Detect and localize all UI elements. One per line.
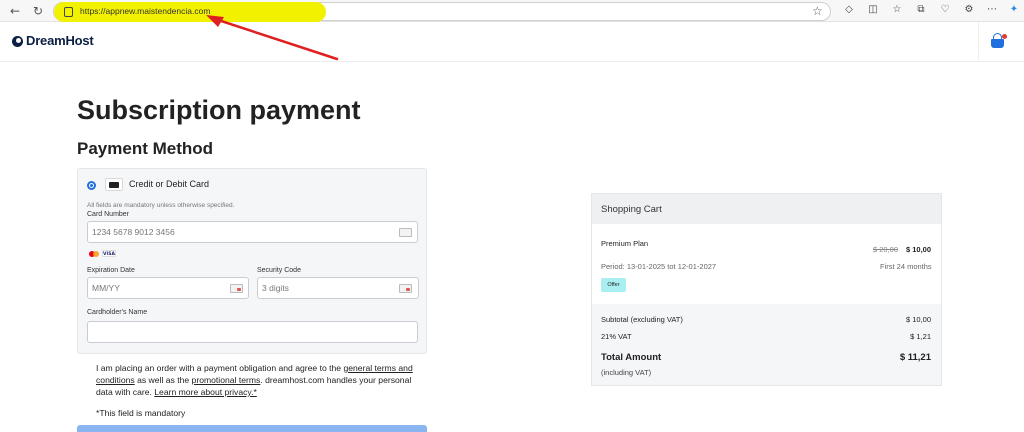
star-icon[interactable]: ☆ (812, 4, 823, 18)
favorites-icon[interactable]: ☆ (891, 4, 903, 16)
split-screen-icon[interactable]: ◫ (867, 4, 879, 16)
total-label: Total Amount (601, 352, 662, 363)
back-arrow-icon[interactable]: ← (8, 4, 22, 18)
vat-label: 21% VAT (601, 332, 632, 341)
lock-icon[interactable] (64, 7, 73, 17)
subtotal-label: Subtotal (excluding VAT) (601, 315, 683, 324)
dreamhost-logo-icon (12, 36, 23, 47)
extensions-puzzle-icon[interactable]: ⚙ (963, 4, 975, 16)
promotional-terms-link[interactable]: promotional terms (192, 375, 261, 385)
expiration-input[interactable]: MM/YY (87, 277, 249, 299)
cardholder-name-input[interactable] (87, 321, 418, 343)
calendar-card-icon (230, 284, 243, 293)
header-cart-button[interactable] (978, 22, 1016, 62)
mandatory-note: All fields are mandatory unless otherwis… (87, 202, 235, 209)
section-title: Payment Method (77, 139, 214, 158)
vat-value: $ 1,21 (910, 332, 931, 341)
card-field-icon (399, 228, 412, 237)
cvc-card-icon (399, 284, 412, 293)
security-code-input[interactable]: 3 digits (257, 277, 419, 299)
site-logo[interactable]: DreamHost (26, 33, 94, 48)
expiration-placeholder: MM/YY (92, 283, 120, 293)
reload-icon[interactable]: ↻ (31, 4, 45, 18)
method-label[interactable]: Credit or Debit Card (129, 179, 209, 189)
offer-badge: Offer (601, 278, 626, 292)
cardholder-label: Cardholder's Name (87, 309, 148, 316)
cart-header: Shopping Cart (592, 194, 941, 224)
site-header: DreamHost (0, 22, 1024, 62)
card-number-label: Card Number (87, 211, 130, 218)
total-value: $ 11,21 (899, 352, 931, 363)
cart-item-name: Premium Plan (601, 239, 649, 248)
security-code-placeholder: 3 digits (262, 283, 289, 293)
cart-item-price: $ 10,00 (906, 245, 932, 254)
card-method-radio[interactable] (87, 181, 96, 190)
security-code-label: Security Code (257, 267, 301, 274)
extension-icon[interactable]: ◇ (843, 4, 855, 16)
cart-item-term: First 24 months (880, 262, 932, 271)
card-number-placeholder: 1234 5678 9012 3456 (92, 227, 175, 237)
address-bar[interactable]: https://appnew.maistendencia.com ☆ (53, 2, 831, 22)
expiration-label: Expiration Date (87, 267, 135, 274)
browser-toolbar: ← ↻ https://appnew.maistendencia.com ☆ ◇… (0, 0, 1024, 22)
collections-icon[interactable]: ⧉ (915, 4, 927, 16)
credit-card-icon (105, 178, 123, 191)
basket-icon (991, 39, 1004, 48)
visa-icon: VISA (102, 250, 116, 257)
cart-title: Shopping Cart (601, 204, 662, 215)
shopping-cart-panel: Shopping Cart Premium Plan $ 20,00 $ 10,… (591, 193, 942, 386)
url-text[interactable]: https://appnew.maistendencia.com (80, 6, 210, 16)
privacy-link[interactable]: Learn more about privacy.* (154, 387, 257, 397)
terms-text: I am placing an order with a payment obl… (96, 362, 426, 398)
more-menu-icon[interactable]: ⋯ (986, 4, 998, 16)
payment-method-panel: Credit or Debit Card All fields are mand… (77, 168, 427, 354)
cart-totals: Subtotal (excluding VAT) $ 10,00 21% VAT… (592, 304, 941, 385)
mastercard-overlap (93, 251, 99, 257)
terms-part-1: I am placing an order with a payment obl… (96, 363, 344, 373)
cart-notification-dot (1002, 34, 1007, 39)
cart-item-old-price: $ 20,00 (873, 245, 899, 254)
terms-part-2: as well as the (134, 375, 192, 385)
browser-essentials-icon[interactable]: ♡ (939, 4, 951, 16)
subtotal-value: $ 10,00 (905, 315, 931, 324)
pay-button[interactable] (77, 425, 427, 432)
required-field-note: *This field is mandatory (96, 408, 186, 418)
card-number-input[interactable]: 1234 5678 9012 3456 (87, 221, 418, 243)
page-title: Subscription payment (77, 95, 361, 125)
cart-item-period: Period: 13-01-2025 tot 12-01-2027 (601, 262, 717, 271)
copilot-icon[interactable]: ✦ (1008, 4, 1020, 16)
total-vat-note: (including VAT) (601, 368, 652, 377)
